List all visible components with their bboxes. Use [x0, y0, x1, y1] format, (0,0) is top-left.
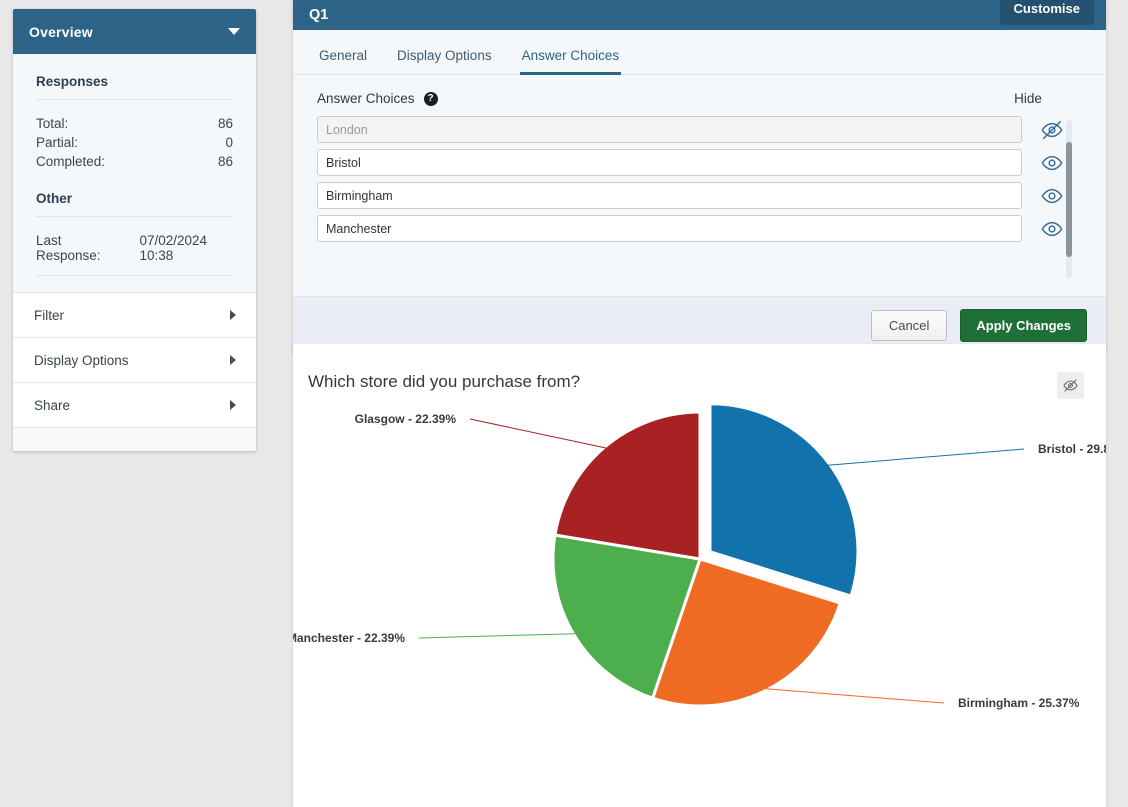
pie-slice-label: Birmingham - 25.37% — [958, 696, 1080, 710]
chart-header: Which store did you purchase from? — [293, 344, 1106, 399]
sidebar-body: Responses Total: 86 Partial: 0 Completed… — [13, 54, 256, 292]
answer-choice-row — [317, 182, 1082, 209]
last-response-value: 07/02/2024 10:38 — [139, 233, 233, 263]
sidebar-item-label: Display Options — [34, 353, 129, 368]
chart-hide-button[interactable] — [1057, 372, 1084, 399]
question-edit-panel: Q1 Customise General Display Options Ans… — [293, 0, 1106, 354]
stat-value: 86 — [218, 152, 233, 171]
eye-icon[interactable] — [1022, 185, 1082, 207]
pie-chart[interactable]: Bristol - 29.85% Birmingham - 25.37% Manch… — [293, 399, 1106, 807]
app-root: Overview Responses Total: 86 Partial: 0 … — [0, 0, 1128, 807]
pie-leader-line — [419, 634, 575, 638]
stat-value: 86 — [218, 114, 233, 133]
answer-choice-input-bristol[interactable] — [317, 149, 1022, 176]
page-title: Q1 — [309, 7, 328, 23]
answer-choices-label: Answer Choices ? — [317, 91, 438, 106]
answer-choice-input-birmingham[interactable] — [317, 182, 1022, 209]
pie-leader-line — [766, 689, 944, 703]
cancel-button[interactable]: Cancel — [871, 310, 947, 341]
pie-slice-label: Glasgow - 22.39% — [355, 412, 457, 426]
sidebar-header[interactable]: Overview — [13, 9, 256, 54]
answer-choice-row — [317, 149, 1082, 176]
sidebar-item-label: Filter — [34, 308, 64, 323]
tab-answer-choices[interactable]: Answer Choices — [520, 44, 622, 75]
answer-choices-label-text: Answer Choices — [317, 91, 415, 106]
other-section-title: Other — [36, 191, 233, 206]
sidebar-header-title: Overview — [29, 24, 93, 40]
eye-slash-icon[interactable] — [1022, 119, 1082, 141]
pie-leader-line — [470, 419, 606, 448]
stat-label: Completed: — [36, 152, 105, 171]
stat-row-partial: Partial: 0 — [36, 133, 233, 152]
apply-changes-button[interactable]: Apply Changes — [960, 309, 1087, 342]
answer-choice-input-london[interactable] — [317, 116, 1022, 143]
eye-icon[interactable] — [1022, 218, 1082, 240]
answer-choice-input-manchester[interactable] — [317, 215, 1022, 242]
sidebar-item-share[interactable]: Share — [13, 382, 256, 427]
answer-choice-row — [317, 215, 1082, 242]
chevron-right-icon — [230, 355, 236, 365]
panel-tabs: General Display Options Answer Choices — [293, 30, 1106, 75]
sidebar-item-filter[interactable]: Filter — [13, 292, 256, 337]
chart-card: Which store did you purchase from? Brist… — [293, 344, 1106, 807]
tab-display-options[interactable]: Display Options — [395, 44, 494, 75]
answer-choices-scroll-area — [317, 116, 1082, 296]
pie-slice-glasgow[interactable] — [555, 412, 700, 559]
sidebar-footer — [13, 427, 256, 451]
pie-slice-label: Manchester - 22.39% — [293, 631, 405, 645]
pie-slice-bristol[interactable] — [710, 404, 857, 595]
answer-choices-scrollbar[interactable] — [1066, 120, 1072, 278]
sidebar-item-display-options[interactable]: Display Options — [13, 337, 256, 382]
chevron-right-icon — [230, 400, 236, 410]
stat-value: 0 — [225, 133, 233, 152]
tab-general[interactable]: General — [317, 44, 369, 75]
chevron-right-icon — [230, 310, 236, 320]
stat-label: Total: — [36, 114, 68, 133]
question-mark-icon[interactable]: ? — [424, 92, 438, 106]
answer-choices-header: Answer Choices ? Hide — [317, 75, 1082, 116]
customise-button[interactable]: Customise — [1000, 0, 1094, 25]
answer-choice-row — [317, 116, 1082, 143]
other-divider — [36, 216, 233, 217]
eye-slash-icon — [1063, 378, 1078, 393]
responses-divider — [36, 99, 233, 100]
panel-header: Q1 Customise — [293, 0, 1106, 30]
stat-row-completed: Completed: 86 — [36, 152, 233, 171]
eye-icon[interactable] — [1022, 152, 1082, 174]
answer-choices-form: Answer Choices ? Hide — [293, 75, 1106, 296]
scrollbar-thumb[interactable] — [1066, 142, 1072, 257]
last-response-label: Last Response: — [36, 233, 119, 263]
pie-leader-line — [828, 449, 1024, 465]
chart-title: Which store did you purchase from? — [308, 372, 580, 392]
sidebar-item-label: Share — [34, 398, 70, 413]
responses-section-title: Responses — [36, 74, 233, 89]
chevron-down-icon[interactable] — [228, 28, 240, 35]
overview-sidebar: Overview Responses Total: 86 Partial: 0 … — [13, 9, 256, 451]
last-response-divider — [36, 275, 233, 276]
pie-slice-label: Bristol - 29.85% — [1038, 442, 1106, 456]
stat-row-total: Total: 86 — [36, 114, 233, 133]
stat-label: Partial: — [36, 133, 78, 152]
responses-stats: Total: 86 Partial: 0 Completed: 86 — [36, 114, 233, 171]
hide-column-header: Hide — [998, 91, 1058, 106]
pie-chart-area: Bristol - 29.85% Birmingham - 25.37% Manch… — [293, 399, 1106, 807]
last-response-row: Last Response: 07/02/2024 10:38 — [36, 231, 233, 275]
